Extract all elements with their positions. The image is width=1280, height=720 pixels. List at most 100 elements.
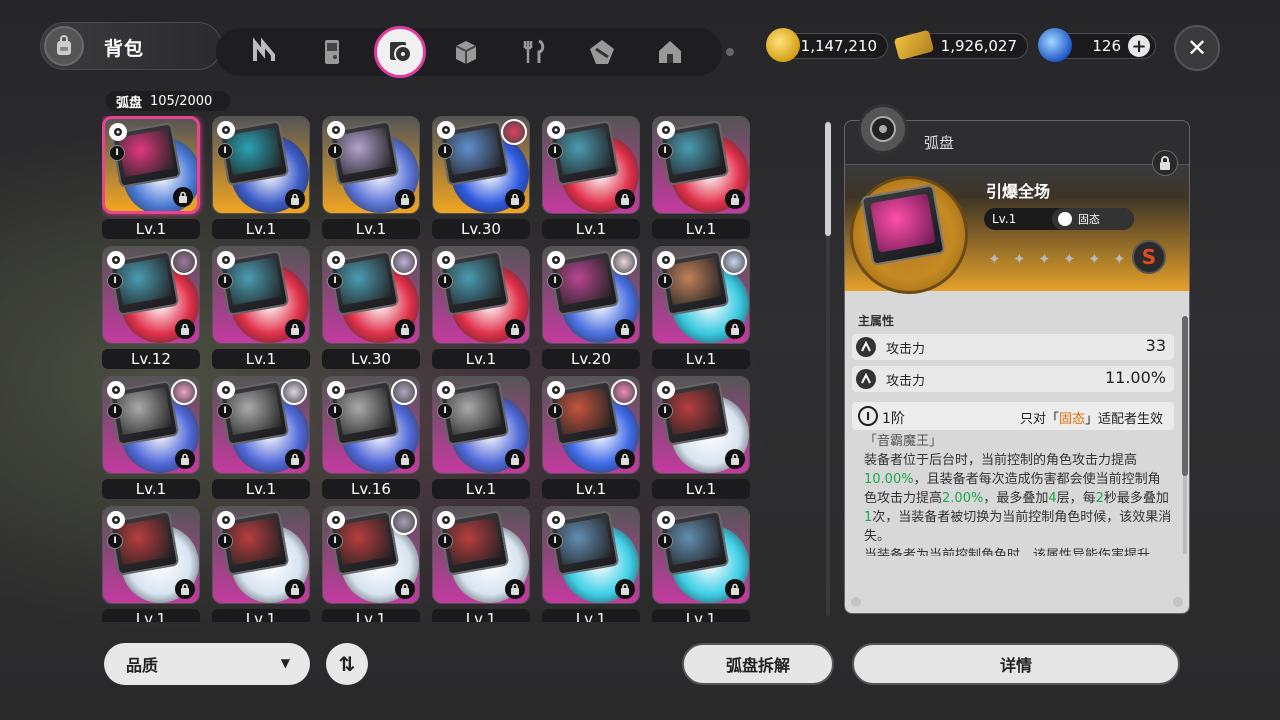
grid-scrollbar-thumb[interactable] — [825, 122, 831, 236]
disc-item[interactable]: I Lv.1 — [652, 246, 752, 369]
disc-item[interactable]: I Lv.1 — [212, 116, 312, 239]
quality-filter-dropdown[interactable]: 品质 ▼ — [104, 643, 310, 685]
lock-icon — [285, 319, 305, 339]
filter-label: 品质 — [126, 656, 159, 675]
disc-card[interactable]: I — [322, 376, 420, 474]
tab-n[interactable] — [240, 28, 288, 76]
refine-star-icon: ✦ — [1088, 250, 1101, 268]
disc-level: Lv.30 — [432, 219, 530, 239]
effect-text-2: 当装备者为当前控制角色时，该属性异能伤害提升 — [864, 548, 1151, 556]
close-button[interactable]: ✕ — [1174, 25, 1220, 71]
disc-card[interactable]: I — [212, 376, 310, 474]
gold-coin-icon — [766, 28, 800, 62]
detail-scrollbar-thumb[interactable] — [1182, 316, 1188, 476]
home-icon — [659, 41, 681, 63]
tabs-divider-dot — [726, 48, 734, 56]
attribute-icon — [657, 381, 675, 399]
tab-disc[interactable] — [374, 26, 426, 78]
disc-item[interactable]: I Lv.1 — [102, 376, 202, 499]
disc-card[interactable]: I — [102, 116, 200, 214]
disc-item[interactable]: I Lv.1 — [432, 376, 532, 499]
disc-item[interactable]: I Lv.30 — [322, 246, 422, 369]
disc-card[interactable]: I — [432, 376, 530, 474]
disc-card[interactable]: I — [212, 116, 310, 214]
tab-food[interactable] — [510, 28, 558, 76]
disc-card[interactable]: I — [212, 506, 310, 604]
disc-item[interactable]: I Lv.1 — [212, 506, 312, 622]
item-level: Lv.1 — [992, 212, 1017, 226]
lock-toggle-button[interactable] — [1152, 150, 1178, 176]
disc-item[interactable]: I Lv.1 — [542, 506, 642, 622]
disc-item[interactable]: I Lv.1 — [542, 116, 642, 239]
cover-art — [335, 126, 393, 176]
disc-card[interactable]: I — [102, 246, 200, 344]
tab-box[interactable] — [442, 28, 490, 76]
disc-item[interactable]: I Lv.1 — [652, 376, 752, 499]
lock-icon — [395, 579, 415, 599]
disc-level: Lv.1 — [652, 349, 750, 369]
disc-item[interactable]: I Lv.30 — [432, 116, 532, 239]
disc-item[interactable]: I Lv.1 — [432, 506, 532, 622]
disc-card[interactable]: I — [652, 376, 750, 474]
disc-card[interactable]: I — [322, 506, 420, 604]
disc-item[interactable]: I Lv.1 — [102, 116, 202, 239]
add-polychrome-button[interactable]: + — [1128, 35, 1150, 57]
disc-item[interactable]: I Lv.1 — [432, 246, 532, 369]
disc-card[interactable]: I — [432, 246, 530, 344]
avatar — [281, 379, 307, 405]
disc-card[interactable]: I — [212, 246, 310, 344]
tier-icon: I — [657, 273, 673, 289]
detail-cover-art — [870, 193, 936, 253]
disc-item[interactable]: I Lv.1 — [212, 246, 312, 369]
detail-button[interactable]: 详情 — [852, 643, 1180, 685]
disc-card[interactable]: I — [432, 116, 530, 214]
disc-item[interactable]: I Lv.1 — [322, 506, 422, 622]
tier-condition: 只对「固态」适配者生效 — [1020, 412, 1164, 427]
tier-icon: I — [327, 403, 343, 419]
lock-icon — [173, 187, 193, 207]
disc-item[interactable]: I Lv.1 — [212, 376, 312, 499]
disc-card[interactable]: I — [322, 246, 420, 344]
disc-card[interactable]: I — [102, 506, 200, 604]
tab-home[interactable] — [646, 28, 694, 76]
disc-card[interactable]: I — [542, 506, 640, 604]
tier-icon: I — [107, 403, 123, 419]
disc-item[interactable]: I Lv.20 — [542, 246, 642, 369]
tier-icon: I — [437, 143, 453, 159]
disc-level: Lv.1 — [542, 479, 640, 499]
item-name: 引爆全场 — [986, 182, 1051, 201]
disc-item[interactable]: I Lv.1 — [652, 116, 752, 239]
disc-item[interactable]: I Lv.12 — [102, 246, 202, 369]
disc-level: Lv.1 — [212, 219, 310, 239]
disc-item[interactable]: I Lv.1 — [652, 506, 752, 622]
tab-material[interactable] — [578, 28, 626, 76]
disc-card[interactable]: I — [542, 376, 640, 474]
disc-grid: I Lv.1 I Lv.1 I Lv.1 I Lv.30 I Lv.1 I Lv.1 I Lv.12 I Lv… — [102, 116, 762, 622]
disc-item[interactable]: I Lv.1 — [102, 506, 202, 622]
disc-item[interactable]: I Lv.16 — [322, 376, 422, 499]
disc-card[interactable]: I — [322, 116, 420, 214]
stat-row: 攻击力 33 — [852, 334, 1174, 360]
disc-card[interactable]: I — [102, 376, 200, 474]
disc-card[interactable]: I — [652, 506, 750, 604]
avatar — [611, 379, 637, 405]
box-icon — [455, 41, 477, 64]
sort-toggle-button[interactable]: ⇅ — [326, 643, 368, 685]
refine-star-icon: ✦ — [1013, 250, 1026, 268]
disc-level: Lv.1 — [212, 349, 310, 369]
disc-card[interactable]: I — [652, 116, 750, 214]
disc-item[interactable]: I Lv.1 — [542, 376, 642, 499]
disc-card[interactable]: I — [652, 246, 750, 344]
disc-card[interactable]: I — [542, 116, 640, 214]
disc-card[interactable]: I — [432, 506, 530, 604]
tier-icon: I — [547, 533, 563, 549]
disc-item[interactable]: I Lv.1 — [322, 116, 422, 239]
disc-level: Lv.1 — [102, 609, 200, 622]
stat-name: 攻击力 — [886, 374, 926, 389]
tab-gameboy[interactable] — [308, 28, 356, 76]
disc-card[interactable]: I — [542, 246, 640, 344]
cover-art — [445, 256, 503, 306]
dismantle-button[interactable]: 弧盘拆解 — [682, 643, 834, 685]
list-label: 弧盘 — [116, 95, 143, 111]
tier-icon: I — [547, 403, 563, 419]
